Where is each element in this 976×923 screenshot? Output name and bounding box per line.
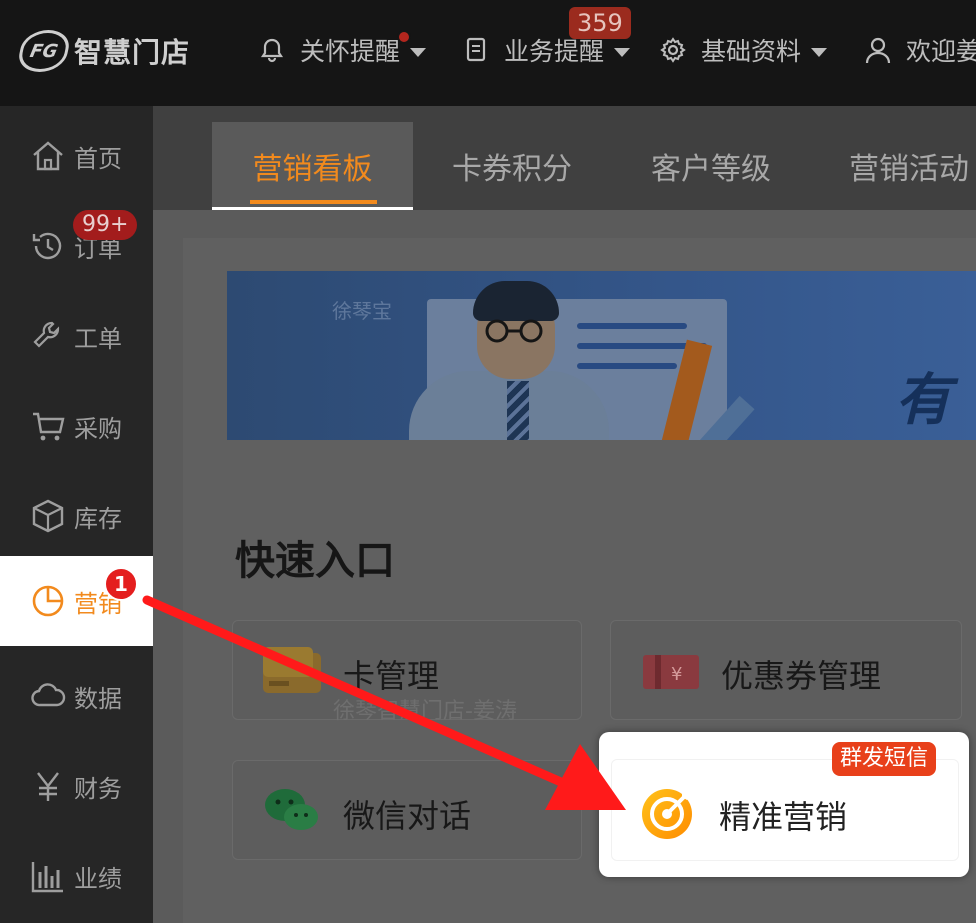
sidebar-item-label: 首页 (74, 144, 122, 173)
tab-marketing-board[interactable]: 营销看板 (212, 122, 413, 210)
quick-card-label: 卡管理 (343, 657, 440, 695)
yen-icon (30, 768, 66, 804)
sidebar-item-label: 业绩 (74, 864, 122, 893)
topmenu-label: 关怀提醒 (300, 37, 401, 66)
banner-slogan: 有 (895, 368, 951, 433)
wrench-icon (30, 318, 66, 354)
pie-chart-icon (30, 583, 66, 619)
app-name: 智慧门店 (74, 36, 191, 69)
sidebar-item-workorders[interactable]: 工单 (0, 296, 153, 376)
svg-text:¥: ¥ (671, 664, 682, 685)
logo-mark: FG (15, 30, 73, 72)
banner-person-tie (507, 381, 529, 440)
tab-marketing-activity[interactable]: 营销活动 (828, 122, 976, 210)
quick-card-label: 优惠券管理 (721, 657, 882, 695)
sidebar-item-label: 采购 (74, 414, 122, 443)
quick-entry-title: 快速入口 (235, 538, 395, 584)
caret-down-icon (811, 47, 828, 57)
banner-line (577, 323, 687, 329)
business-reminder-count-badge: 359 (569, 7, 631, 39)
mass-sms-tag: 群发短信 (832, 742, 937, 776)
watermark-text: 徐琴智慧门店-姜涛 (333, 699, 517, 724)
orders-count-badge: 99+ (73, 210, 138, 240)
tab-bar: 营销看板 卡券积分 客户等级 营销活动 (153, 106, 976, 210)
coupon-icon: ¥ (643, 655, 699, 689)
bar-chart-icon (30, 858, 66, 894)
promo-banner[interactable]: 徐琴宝 有 (227, 271, 976, 440)
tab-cards-points[interactable]: 卡券积分 (423, 122, 601, 210)
banner-line (577, 363, 677, 369)
cloud-icon (30, 678, 66, 714)
quick-card-wechat-chat[interactable]: 微信对话 (232, 760, 582, 860)
notification-dot (397, 30, 411, 44)
quick-card-label: 精准营销 (719, 798, 848, 836)
quick-card-precision-marketing[interactable]: 群发短信 精准营销 (599, 732, 969, 877)
step-number-badge: 1 (104, 567, 138, 601)
topmenu-basic-data[interactable]: 基础资料 (659, 30, 828, 70)
wechat-icon (265, 789, 318, 830)
caret-down-icon (614, 47, 631, 57)
document-icon (462, 36, 490, 64)
user-icon (864, 36, 892, 64)
sidebar-item-inventory[interactable]: 库存 (0, 476, 153, 556)
quick-card-card-management[interactable]: 卡管理 徐琴智慧门店-姜涛 (232, 620, 582, 724)
sidebar-item-performance[interactable]: 业绩 (0, 836, 153, 916)
glasses-icon (485, 319, 543, 343)
banner-person-hair (473, 281, 559, 321)
app-window: FG 智慧门店 关怀提醒 业务提醒 359 基础资料 欢迎姜 首页 订单 99+… (0, 0, 976, 923)
sidebar-item-purchase[interactable]: 采购 (0, 386, 153, 466)
sidebar-item-label: 库存 (74, 504, 122, 533)
home-icon (30, 138, 66, 174)
sidebar-item-label: 数据 (74, 684, 122, 713)
top-navbar: FG 智慧门店 关怀提醒 业务提醒 359 基础资料 欢迎姜 (0, 0, 976, 106)
banner-watermark: 徐琴宝 (332, 299, 392, 323)
card-icon (263, 647, 321, 693)
cart-icon (30, 408, 66, 444)
box-icon (30, 498, 66, 534)
sidebar-item-label: 工单 (74, 324, 122, 353)
target-icon (642, 788, 693, 839)
quick-card-label: 微信对话 (343, 797, 472, 835)
tab-customer-level[interactable]: 客户等级 (621, 122, 801, 210)
app-logo[interactable]: FG 智慧门店 (15, 28, 191, 74)
history-icon (30, 228, 66, 264)
user-greeting: 欢迎姜 (906, 37, 976, 66)
sidebar-item-finance[interactable]: 财务 (0, 746, 153, 826)
quick-card-coupon-management[interactable]: ¥ 优惠券管理 (610, 620, 962, 720)
sidebar-item-label: 财务 (74, 774, 122, 803)
sidebar-item-home[interactable]: 首页 (0, 116, 153, 196)
topmenu-label: 基础资料 (701, 37, 802, 66)
gear-icon (659, 36, 687, 64)
sidebar-item-data[interactable]: 数据 (0, 656, 153, 736)
bell-icon (258, 36, 286, 64)
caret-down-icon (410, 47, 427, 57)
topmenu-user[interactable]: 欢迎姜 (864, 30, 976, 70)
